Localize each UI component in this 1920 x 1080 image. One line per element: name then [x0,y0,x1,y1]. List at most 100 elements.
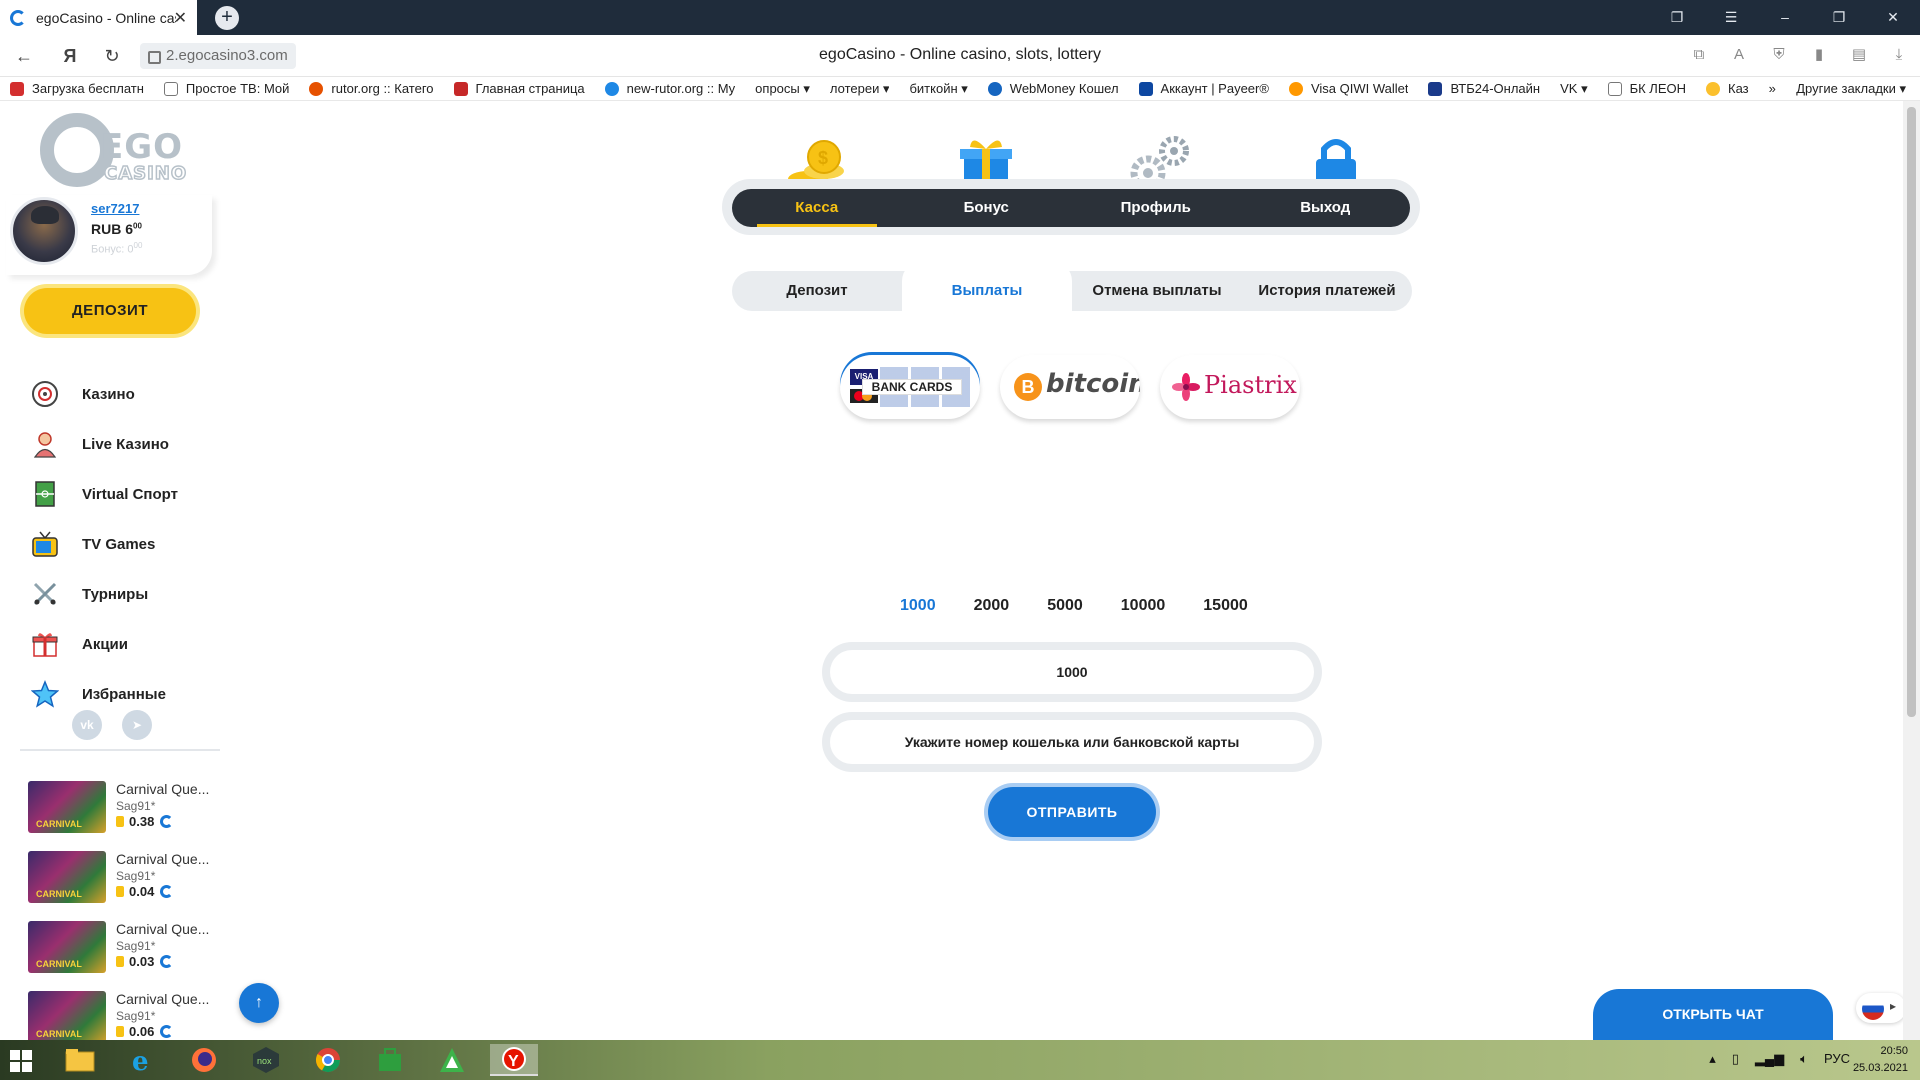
tab-deposit[interactable]: Депозит [732,271,902,311]
other-bookmarks[interactable]: Другие закладки ▾ [1796,81,1906,97]
firefox-icon[interactable] [180,1044,228,1076]
tray-device-icon[interactable]: ▯ [1732,1051,1739,1067]
cashier-sub-tabs: Депозит Выплаты Отмена выплаты История п… [732,261,1412,311]
bookmark-item[interactable]: rutor.org :: Катего [309,81,434,96]
bookmark-item[interactable]: Главная страница [453,81,585,96]
close-window-icon[interactable]: ✕ [1866,0,1920,35]
store-icon[interactable] [366,1044,414,1076]
protect-icon[interactable]: ⛨ [1768,44,1790,66]
browser-tab[interactable]: egoCasino - Online casi ✕ [0,0,197,35]
yandex-icon[interactable]: Я [58,44,82,68]
telegram-icon[interactable]: ➤ [122,710,152,740]
internet-explorer-icon[interactable]: e [118,1044,166,1076]
piastrix-method-button[interactable]: Piastrix [1160,355,1300,419]
bookmark-item[interactable]: new-rutor.org :: Му [604,81,735,96]
new-tab-button[interactable]: + [215,6,239,30]
bookmark-item[interactable]: Каз [1706,81,1749,96]
maximize-icon[interactable]: ❐ [1812,0,1866,35]
sidebar-item-virtual-sport[interactable]: Virtual Спорт [30,469,178,519]
bookmarks-panel-icon[interactable]: ❐ [1650,0,1704,35]
minimize-icon[interactable]: – [1758,0,1812,35]
sidebar-item-tournaments[interactable]: Турниры [30,569,178,619]
amount-option-5000[interactable]: 5000 [1047,597,1083,615]
bank-cards-method-button[interactable]: VISA BANK CARDS [840,355,980,419]
submit-button[interactable]: ОТПРАВИТЬ [988,787,1156,837]
egocasino-logo[interactable]: EGO CASINO [40,107,190,191]
nox-player-icon[interactable]: nox [242,1044,290,1076]
bookmark-folder[interactable]: лотереи ▾ [830,81,890,97]
windows-start-icon[interactable] [10,1050,32,1072]
tab-cancel-withdrawal[interactable]: Отмена выплаты [1072,271,1242,311]
download-icon[interactable]: ⤓ [1888,44,1910,66]
yandex-browser-icon[interactable]: Y [490,1044,538,1076]
taskbar-clock[interactable]: 20:50 25.03.2021 [1853,1043,1908,1077]
list-item[interactable]: Carnival Que... Sag91* 0.06 [28,991,218,1040]
bookmark-icon[interactable]: ▮ [1808,44,1830,66]
bookmark-item[interactable]: ВТБ24-Онлайн [1428,81,1540,96]
back-arrow-icon[interactable]: ← [12,44,36,68]
bitcoin-label: bitcoin [1046,369,1140,399]
bookmark-item[interactable]: WebMoney Кошел [987,81,1119,96]
bookmark-item[interactable]: Загрузка бесплатн [10,81,144,96]
tab-payment-history[interactable]: История платежей [1242,271,1412,311]
share-icon[interactable]: ⧉ [1688,44,1710,66]
amount-input[interactable] [830,650,1314,694]
bookmark-folder[interactable]: VK ▾ [1560,81,1587,97]
bookmark-item[interactable]: БК ЛЕОН [1607,81,1686,96]
tab-logout[interactable]: Выход [1241,189,1411,227]
username-link[interactable]: ser7217 [91,201,139,216]
scrollbar-thumb[interactable] [1907,107,1916,717]
page-icon [163,81,178,96]
file-explorer-icon[interactable] [56,1044,104,1076]
bookmark-item[interactable]: Visa QIWI Wallet [1288,81,1408,96]
list-item[interactable]: Carnival Que... Sag91* 0.03 [28,921,218,991]
sidebar-item-promotions[interactable]: Акции [30,619,178,669]
bitcoin-method-button[interactable]: B bitcoin [1000,355,1140,419]
list-item[interactable]: Carnival Que... Sag91* 0.38 [28,781,218,851]
network-icon[interactable]: ▂▄▆ [1755,1051,1784,1067]
deposit-button[interactable]: ДЕПОЗИТ [24,288,196,334]
bookmarks-overflow-icon[interactable]: » [1769,81,1776,96]
tab-profile[interactable]: Профиль [1071,189,1241,227]
list-item[interactable]: Carnival Que... Sag91* 0.04 [28,851,218,921]
sidebar-item-tv-games[interactable]: TV Games [30,519,178,569]
amount-option-15000[interactable]: 15000 [1203,597,1248,615]
app-a-icon[interactable] [428,1044,476,1076]
tab-withdrawals[interactable]: Выплаты [902,261,1072,311]
tab-bonus[interactable]: Бонус [902,189,1072,227]
page-icon [1607,81,1622,96]
tab-cashier[interactable]: Касса [732,189,902,227]
bookmark-folder[interactable]: опросы ▾ [755,81,810,97]
collections-icon[interactable]: ▤ [1848,44,1870,66]
translate-icon[interactable]: A [1728,44,1750,66]
sidebar-item-live-casino[interactable]: Live Казино [30,419,178,469]
wallet-number-input[interactable] [830,720,1314,764]
avatar[interactable] [10,197,78,265]
tray-expand-icon[interactable]: ▴ [1709,1051,1716,1067]
sidebar-item-casino[interactable]: Казино [30,369,178,419]
cashier-top-nav: Касса Бонус Профиль Выход [732,189,1410,227]
volume-icon[interactable]: 🔈︎ [1800,1051,1808,1067]
amount-option-2000[interactable]: 2000 [974,597,1010,615]
vk-icon[interactable]: vk [72,710,102,740]
user-card: ser7217 RUB 600 Бонус: 000 [6,195,212,275]
logo-subtext: CASINO [103,162,188,185]
chrome-icon[interactable] [304,1044,352,1076]
close-tab-icon[interactable]: ✕ [174,8,187,28]
open-chat-button[interactable]: ОТКРЫТЬ ЧАТ [1593,989,1833,1040]
reload-icon[interactable]: ↻ [100,44,124,68]
language-selector[interactable]: ▸ [1856,993,1906,1023]
url-field[interactable]: 2.egocasino3.com [140,43,296,69]
page-scrollbar[interactable] [1903,101,1920,1040]
scroll-to-top-button[interactable]: ↑ [239,983,279,1023]
bookmark-folder[interactable]: биткойн ▾ [909,81,967,97]
bookmarks-bar: Загрузка бесплатн Простое ТВ: Мой rutor.… [0,77,1920,101]
bookmark-item[interactable]: Простое ТВ: Мой [163,81,289,96]
input-language[interactable]: РУС [1824,1051,1850,1067]
ego-badge-icon [160,815,174,828]
bookmark-item[interactable]: Аккаунт | Payeer® [1138,81,1269,96]
browser-menu-icon[interactable]: ☰ [1704,0,1758,35]
wallet-field-frame [822,712,1322,772]
amount-option-1000[interactable]: 1000 [900,597,936,615]
amount-option-10000[interactable]: 10000 [1121,597,1166,615]
